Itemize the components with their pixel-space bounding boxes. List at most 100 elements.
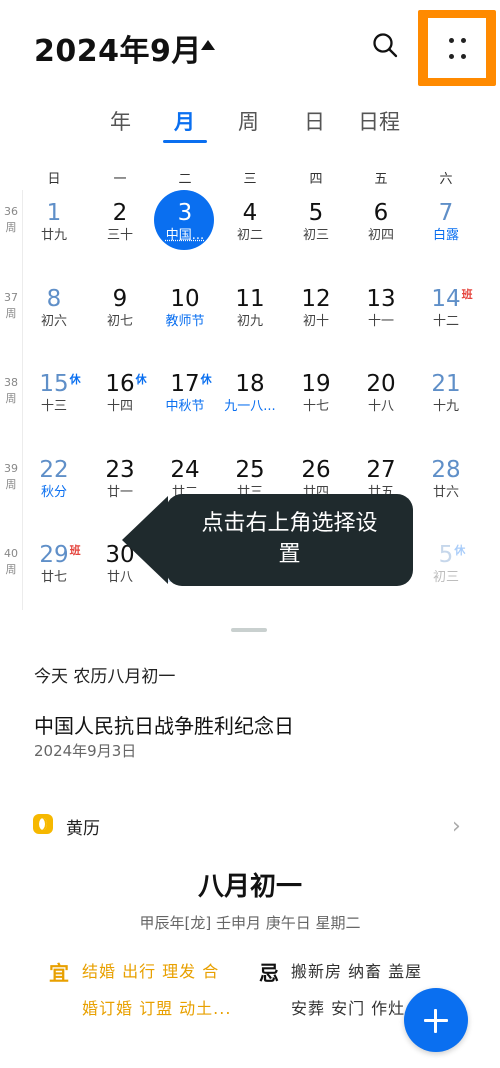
calendar-day[interactable]: 10 教师节 <box>152 276 218 346</box>
day-number: 4 <box>242 200 258 226</box>
lunar-label: 廿九 <box>40 228 67 243</box>
day-number: 2 <box>112 200 128 226</box>
weekday-label: 三 <box>243 172 257 187</box>
day-number: 20 <box>366 371 396 397</box>
calendar-day[interactable]: 12 初十 <box>283 276 349 346</box>
ji-items: 搬新房 纳畜 盖屋 <box>291 962 423 981</box>
month-title[interactable]: 2024年9月 <box>34 26 202 70</box>
event-date: 2024年9月3日 <box>34 742 137 760</box>
lunar-label: 秋分 <box>40 485 67 500</box>
calendar-day[interactable]: 29 班廿七 <box>21 532 87 602</box>
calendar-day[interactable]: 6 初四 <box>348 190 414 260</box>
calendar-day[interactable]: 5 初三 <box>283 190 349 260</box>
weekday-label: 四 <box>309 172 323 187</box>
weekday-label: 日 <box>47 172 61 187</box>
ganzhi-line: 甲辰年[龙] 壬申月 庚午日 星期二 <box>139 914 361 932</box>
day-number: 23 <box>105 457 135 483</box>
settings-tooltip[interactable]: 点击右上角选择设 置 <box>166 494 413 586</box>
week-number: 37 周 <box>4 291 18 320</box>
day-number: 13 <box>366 286 396 312</box>
day-number: 7 <box>438 200 454 226</box>
calendar-day[interactable]: 13 十一 <box>348 276 414 346</box>
calendar-day[interactable]: 15 休十三 <box>21 361 87 431</box>
day-number: 10 <box>170 286 200 312</box>
lunar-label: 初七 <box>106 314 133 329</box>
chevron-right-icon[interactable]: › <box>452 814 461 839</box>
event-title[interactable]: 中国人民抗日战争胜利纪念日 <box>34 710 294 739</box>
tooltip-arrow <box>122 496 168 584</box>
day-number: 5 <box>308 200 324 226</box>
add-event-button[interactable] <box>404 988 468 1052</box>
lunar-label: 初四 <box>367 228 394 243</box>
almanac-title[interactable]: 黄历 <box>66 814 100 839</box>
tab-month[interactable]: 月 <box>174 106 195 136</box>
day-number: 27 <box>366 457 396 483</box>
tooltip-line: 置 <box>278 542 301 567</box>
calendar-day[interactable]: 21 十九 <box>413 361 479 431</box>
lunar-label: 初三 <box>432 570 459 585</box>
more-dot-icon <box>449 38 454 43</box>
calendar-day[interactable]: 20 十八 <box>348 361 414 431</box>
calendar-day[interactable]: 17 休中秋节 <box>152 361 218 431</box>
calendar-day[interactable]: 11 初九 <box>217 276 283 346</box>
calendar-day[interactable]: 5 休初三 <box>413 532 479 602</box>
holiday-badge: 休 <box>69 373 81 386</box>
holiday-badge: 休 <box>454 544 466 557</box>
holiday-badge: 休 <box>135 373 147 386</box>
more-dot-icon <box>461 38 466 43</box>
calendar-day[interactable]: 22 秋分 <box>21 447 87 517</box>
day-number: 18 <box>235 371 265 397</box>
day-number: 8 <box>46 286 62 312</box>
calendar-day[interactable]: 2 三十 <box>87 190 153 260</box>
calendar-day[interactable]: 16 休十四 <box>87 361 153 431</box>
lunar-label: 初九 <box>236 314 263 329</box>
calendar-day[interactable]: 3 中国... <box>152 190 218 260</box>
drag-handle[interactable] <box>231 628 267 632</box>
lunar-label: 十七 <box>302 399 329 414</box>
calendar-day[interactable]: 19 十七 <box>283 361 349 431</box>
calendar-day[interactable]: 14 班十二 <box>413 276 479 346</box>
ji-label: 忌 <box>259 961 279 985</box>
day-number: 24 <box>170 457 200 483</box>
tab-week[interactable]: 周 <box>238 106 259 136</box>
lunar-label: 廿七 <box>40 570 67 585</box>
search-icon[interactable] <box>372 32 398 58</box>
lunar-label: 十九 <box>432 399 459 414</box>
calendar-day[interactable]: 4 初二 <box>217 190 283 260</box>
tab-year[interactable]: 年 <box>110 106 131 136</box>
tab-day[interactable]: 日 <box>304 106 325 136</box>
week-number: 38 周 <box>4 376 18 405</box>
calendar-day[interactable]: 7 白露 <box>413 190 479 260</box>
tab-schedule[interactable]: 日程 <box>358 106 400 136</box>
day-number: 21 <box>431 371 461 397</box>
weekday-label: 二 <box>178 172 192 187</box>
day-number: 3 <box>177 200 193 226</box>
calendar-day[interactable]: 8 初六 <box>21 276 87 346</box>
more-dot-icon <box>461 54 466 59</box>
calendar-day[interactable]: 18 九一八... <box>217 361 283 431</box>
day-number: 29 班 <box>39 542 80 568</box>
week-number: 36 周 <box>4 205 18 234</box>
week-number: 39 周 <box>4 462 18 491</box>
lunar-label: 十八 <box>367 399 394 414</box>
more-options-button[interactable] <box>428 18 486 78</box>
day-number: 14 班 <box>431 286 472 312</box>
calendar-day[interactable]: 1 廿九 <box>21 190 87 260</box>
lunar-label: 初六 <box>40 314 67 329</box>
week-number: 40 周 <box>4 547 18 576</box>
calendar-day[interactable]: 9 初七 <box>87 276 153 346</box>
day-number: 16 休 <box>105 371 146 397</box>
lunar-label: 九一八... <box>224 399 276 414</box>
lunar-label: 白露 <box>432 228 459 243</box>
lunar-label: 初二 <box>236 228 263 243</box>
yi-label: 宜 <box>49 961 69 985</box>
lunar-label: 初三 <box>302 228 329 243</box>
caret-up-icon[interactable] <box>201 40 215 50</box>
tooltip-line: 点击右上角选择设 <box>201 511 378 536</box>
day-number: 22 <box>39 457 69 483</box>
lunar-label: 中秋节 <box>165 399 205 414</box>
calendar-day[interactable]: 28 廿六 <box>413 447 479 517</box>
day-number: 1 <box>46 200 62 226</box>
lunar-label: 十一 <box>367 314 394 329</box>
more-options-highlight[interactable] <box>418 10 496 86</box>
